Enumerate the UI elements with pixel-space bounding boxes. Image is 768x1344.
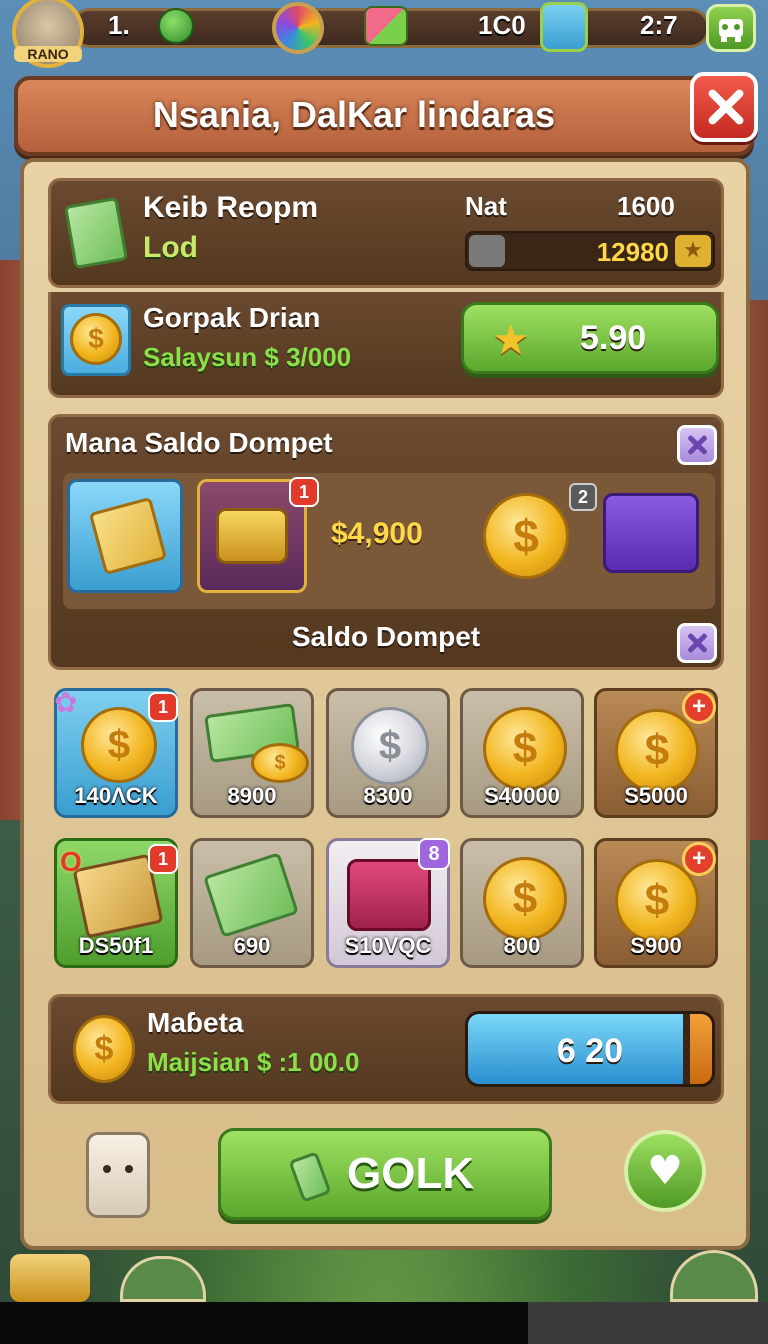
item-label: S40000 <box>484 783 560 808</box>
cash-bill-icon <box>203 852 299 938</box>
gold-scroll-icon <box>216 508 288 564</box>
wallet-footer-close-button[interactable] <box>677 623 717 663</box>
red-chest-icon <box>347 859 431 931</box>
bottom-progress-bar: 6 20 <box>465 1011 715 1087</box>
reward-progress-bar: 12980 ★ <box>465 231 715 271</box>
scroll-count-badge: 1 <box>289 477 319 507</box>
silver-coin-icon <box>351 707 429 785</box>
offer-price: 5.90 <box>580 319 647 357</box>
plus-badge[interactable]: + <box>682 690 716 724</box>
gold-coin-icon <box>73 1015 135 1083</box>
gold-coin-icon <box>483 857 567 941</box>
progress-value: 12980 <box>596 237 669 267</box>
item-tile[interactable]: 8900 <box>190 688 314 818</box>
bottom-name: Maɓeta <box>147 1007 244 1038</box>
gold-coin-icon <box>81 707 157 783</box>
item-label: S10VQC <box>344 933 432 958</box>
reward-subtitle: Lod <box>143 231 198 264</box>
dialog-title: Nsania, DalKar lindaras <box>152 94 556 135</box>
wallet-items-row: 1 $4,900 2 <box>63 473 715 609</box>
reward-name: Keib Reopm <box>143 191 319 224</box>
item-tile[interactable]: 8300 <box>326 688 450 818</box>
item-label: S900 <box>630 933 682 958</box>
wallet-footer: Saldo Dompet <box>291 621 481 652</box>
cash-stack-icon <box>63 196 129 270</box>
mascot-icon[interactable] <box>86 1132 150 1218</box>
coin-offer-icon <box>61 304 131 376</box>
star-icon: ★ <box>675 235 711 267</box>
offer-name: Gorpak Drian <box>143 302 321 333</box>
wallet-close-button[interactable] <box>677 425 717 465</box>
purple-chest-icon[interactable] <box>603 493 699 573</box>
plus-badge[interactable]: + <box>682 842 716 876</box>
gold-coin-icon <box>615 709 699 793</box>
item-count-badge: 1 <box>148 844 178 874</box>
item-count-badge: 1 <box>148 692 178 722</box>
dialog-title-bar: Nsania, DalKar lindaras <box>14 76 754 156</box>
close-button[interactable] <box>690 72 758 142</box>
item-tile[interactable]: 690 <box>190 838 314 968</box>
coin-count-badge: 2 <box>569 483 597 511</box>
wallet-amount: $4,900 <box>331 517 423 550</box>
star-icon: ★ <box>492 315 530 364</box>
dialog-panel: Keib Reopm Lod Nat 1600 12980 ★ Gorpak D… <box>20 158 750 1250</box>
hud-stat-3: 2:7 <box>640 10 678 40</box>
item-count-badge: 8 <box>418 838 450 870</box>
offer-detail: Salaysun $ 3/000 <box>143 342 352 372</box>
gold-coin-icon <box>251 743 309 783</box>
wallet-cards-item[interactable] <box>67 479 183 593</box>
wallet-title: Mana Saldo Dompet <box>65 427 333 458</box>
avatar-label: RANO <box>14 46 82 62</box>
bottom-card: Maɓeta Maijsian $ :1 00.0 6 20 <box>48 994 724 1104</box>
gold-coin-icon <box>483 493 569 579</box>
golk-label: GOLK <box>347 1149 475 1198</box>
item-tile[interactable]: 800 <box>460 838 584 968</box>
favorite-button[interactable]: ♥ <box>624 1130 706 1212</box>
rune-icon <box>469 235 505 267</box>
gift-boxes-icon <box>364 6 408 46</box>
gold-coin-icon <box>483 707 567 791</box>
ribbon-bow-icon: ✿ <box>54 686 78 719</box>
heart-icon: ♥ <box>647 1148 683 1194</box>
gold-coin-icon <box>615 859 699 943</box>
character-portrait[interactable] <box>10 1254 90 1302</box>
item-label: 800 <box>503 933 541 958</box>
hud-stat-2: 1C0 <box>478 10 526 40</box>
item-label: DS50f1 <box>78 933 154 958</box>
cash-icon <box>288 1151 332 1203</box>
bottom-nav-bar-right <box>528 1302 768 1344</box>
store-button[interactable] <box>706 4 756 52</box>
stat-max: 1600 <box>617 191 675 221</box>
shop-icon <box>719 19 743 42</box>
top-hud: RANO 1. 1C0 2:7 <box>0 0 768 68</box>
bar-value: 6 20 <box>556 1032 624 1070</box>
stat-label: Nat <box>465 191 507 221</box>
item-label: 690 <box>233 933 271 958</box>
hud-stat-1: 1. <box>108 10 130 40</box>
shield-cube-icon <box>540 2 588 52</box>
golk-button[interactable]: GOLK <box>218 1128 552 1220</box>
item-label: S5000 <box>624 783 688 808</box>
reward-card: Keib Reopm Lod Nat 1600 12980 ★ <box>48 178 724 288</box>
buy-offer-button[interactable]: ★ 5.90 <box>461 302 719 374</box>
item-tile[interactable]: S40000 <box>460 688 584 818</box>
bottom-detail: Maijsian $ :1 00.0 <box>147 1047 360 1077</box>
item-label: 8300 <box>363 783 413 808</box>
leaf-gem-icon <box>158 8 194 44</box>
item-label: 140ΛCK <box>74 783 158 808</box>
rainbow-orb-icon[interactable] <box>272 2 324 54</box>
card-stack-icon <box>88 496 168 576</box>
item-label: 8900 <box>227 783 277 808</box>
offer-card: Gorpak Drian Salaysun $ 3/000 ★ 5.90 <box>48 292 724 398</box>
corner-mark: O <box>60 846 82 877</box>
wallet-section: Mana Saldo Dompet 1 $4,900 2 Saldo Dompe… <box>48 414 724 670</box>
